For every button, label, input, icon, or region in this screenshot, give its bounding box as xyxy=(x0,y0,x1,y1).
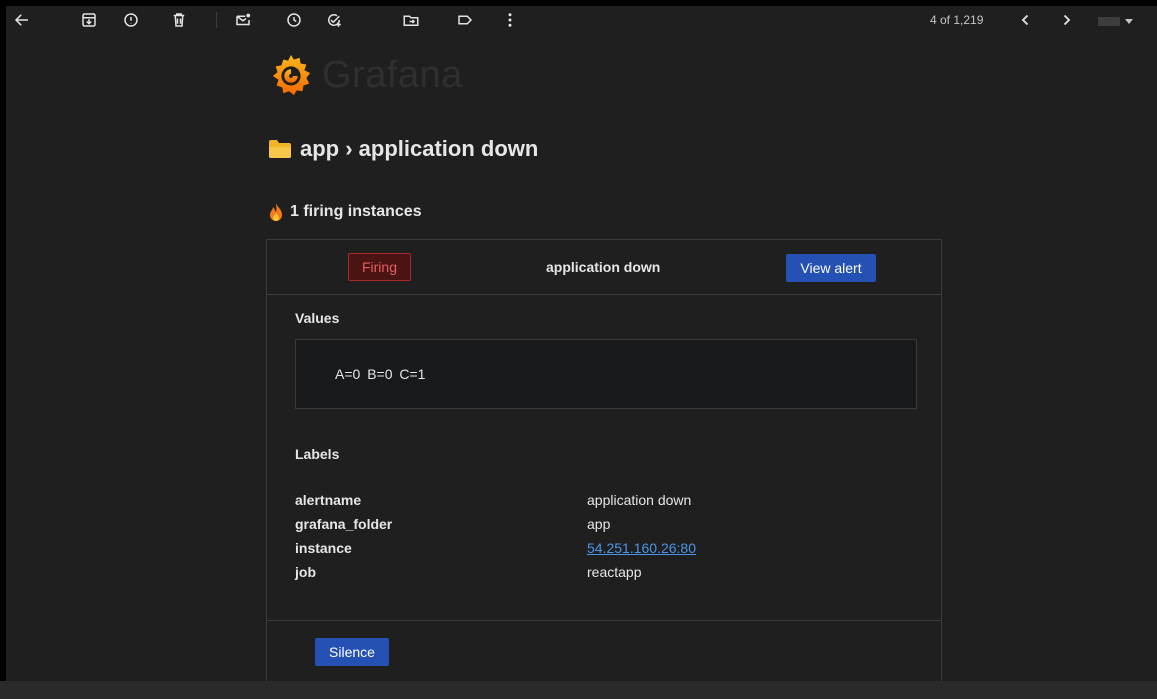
labels-heading: Labels xyxy=(295,446,340,462)
grafana-logo-icon xyxy=(272,54,311,96)
fire-icon xyxy=(270,203,282,221)
add-to-tasks-icon[interactable] xyxy=(323,9,345,31)
status-badge: Firing xyxy=(348,253,411,281)
alert-name: application down xyxy=(546,259,661,275)
label-row: instance 54.251.160.26:80 xyxy=(295,540,895,560)
values-heading: Values xyxy=(295,310,340,326)
caret-down-icon xyxy=(1125,18,1133,24)
label-row: job reactapp xyxy=(295,564,895,584)
alert-title: app › application down xyxy=(268,136,538,162)
values-box: A=0 B=0 C=1 xyxy=(295,339,917,409)
move-to-icon[interactable] xyxy=(400,9,422,31)
email-viewer: 4 of 1,219 Grafana app › application dow… xyxy=(6,6,1157,681)
card-footer-divider xyxy=(267,620,941,621)
label-value: app xyxy=(587,516,611,532)
delete-icon[interactable] xyxy=(168,9,190,31)
previous-email-icon[interactable] xyxy=(1015,9,1037,31)
next-email-icon[interactable] xyxy=(1055,9,1077,31)
values-text: A=0 B=0 C=1 xyxy=(335,366,426,382)
folder-icon xyxy=(269,140,291,158)
firing-count-heading: 1 firing instances xyxy=(268,202,422,222)
alert-title-text: app › application down xyxy=(300,136,539,161)
keyboard-swatch-icon xyxy=(1098,16,1120,26)
mark-unread-icon[interactable] xyxy=(232,9,254,31)
label-row: grafana_folder app xyxy=(295,516,895,536)
archive-icon[interactable] xyxy=(78,9,100,31)
bottom-strip xyxy=(0,681,1157,699)
grafana-wordmark: Grafana xyxy=(322,53,463,96)
label-key: instance xyxy=(295,540,352,556)
label-value: application down xyxy=(587,492,692,508)
pager-count: 4 of 1,219 xyxy=(930,13,984,27)
silence-button[interactable]: Silence xyxy=(315,638,389,666)
label-key: grafana_folder xyxy=(295,516,393,532)
label-icon[interactable] xyxy=(454,9,476,31)
instance-link[interactable]: 54.251.160.26:80 xyxy=(587,540,696,556)
input-tools-selector[interactable] xyxy=(1098,15,1138,27)
firing-count-text: 1 firing instances xyxy=(290,203,422,220)
snooze-icon[interactable] xyxy=(283,9,305,31)
more-options-icon[interactable] xyxy=(499,9,521,31)
alert-instance-card: Firing application down View alert Value… xyxy=(266,239,942,681)
grafana-logo: Grafana xyxy=(268,52,463,98)
email-toolbar: 4 of 1,219 xyxy=(6,6,1157,34)
back-arrow-icon[interactable] xyxy=(11,9,33,31)
label-key: alertname xyxy=(295,492,362,508)
label-key: job xyxy=(295,564,316,580)
report-spam-icon[interactable] xyxy=(120,9,142,31)
label-value: reactapp xyxy=(587,564,642,580)
toolbar-divider xyxy=(216,12,217,28)
label-row: alertname application down xyxy=(295,492,895,512)
view-alert-button[interactable]: View alert xyxy=(786,254,876,282)
alert-card-header: Firing application down View alert xyxy=(267,240,941,295)
